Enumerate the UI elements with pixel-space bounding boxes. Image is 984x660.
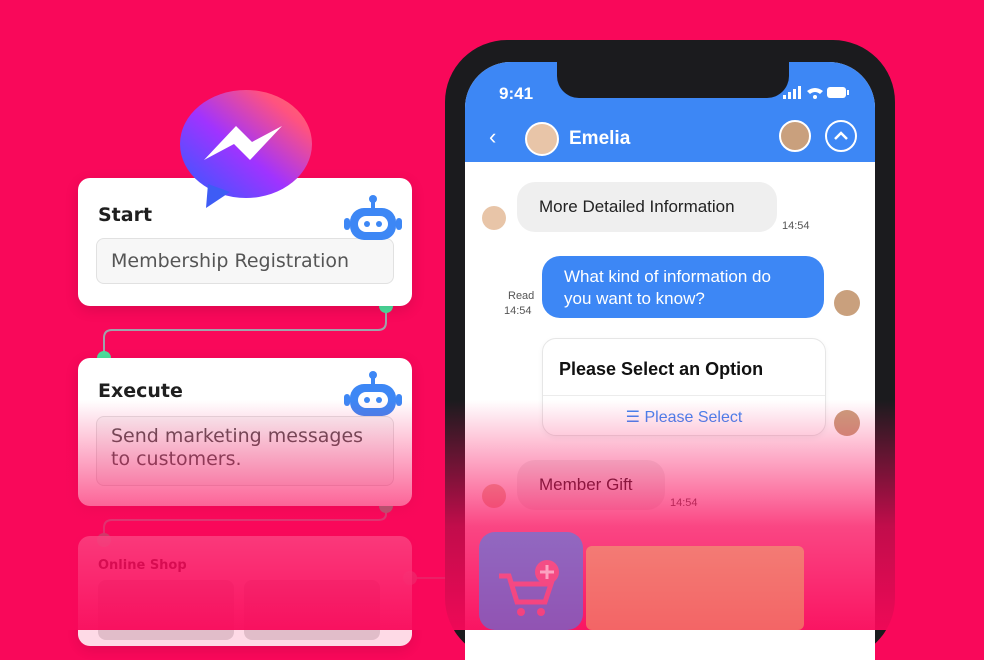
card-title: Execute	[98, 380, 183, 402]
robot-icon	[344, 371, 402, 416]
agent-avatar-small	[834, 410, 860, 436]
shop-image	[98, 580, 234, 640]
back-icon[interactable]: ‹	[489, 124, 496, 150]
please-select-button[interactable]: ☰ Please Select	[543, 407, 825, 427]
signal-wifi-battery-icon	[783, 86, 849, 99]
message-time: 14:54	[504, 305, 532, 317]
contact-name: Emelia	[569, 128, 631, 149]
option-card: Please Select an Option ☰ Please Select	[542, 338, 826, 436]
message-line: What kind of information do	[564, 267, 771, 286]
chevron-up-icon[interactable]	[825, 120, 857, 152]
option-title: Please Select an Option	[559, 359, 764, 379]
card-value-line: Send marketing messages	[111, 425, 364, 447]
card-title: Start	[98, 204, 153, 226]
agent-avatar-small	[834, 290, 860, 316]
message-bubble-incoming: Member Gift	[517, 460, 665, 510]
message-bubble-incoming: More Detailed Information	[517, 182, 777, 232]
divider	[543, 395, 825, 396]
message-read-status: Read	[508, 290, 535, 302]
card-title: Online Shop	[98, 558, 187, 573]
status-time: 9:41	[499, 84, 534, 103]
contact-avatar-small	[482, 206, 506, 230]
coupon-image	[586, 546, 804, 630]
message-bubble-outgoing: What kind of information do you want to …	[542, 256, 824, 318]
contact-avatar-small	[482, 484, 506, 508]
robot-icon	[344, 195, 402, 240]
please-select-label: Please Select	[644, 409, 743, 426]
card-value: Send marketing messages to customers.	[96, 416, 394, 486]
phone-notch	[557, 62, 789, 98]
message-time: 14:54	[782, 220, 810, 232]
cart-plus-button[interactable]	[479, 532, 583, 630]
messenger-logo	[180, 90, 312, 208]
card-value-line: to customers.	[111, 448, 242, 470]
message-time: 14:54	[670, 497, 698, 509]
agent-avatar[interactable]	[779, 120, 811, 152]
flow-card-execute[interactable]: Execute Send marketing messages to custo…	[78, 358, 412, 506]
message-line: you want to know?	[564, 289, 705, 308]
list-icon: ☰	[625, 409, 645, 426]
contact-avatar[interactable]	[525, 122, 559, 156]
cart-plus-icon	[499, 560, 559, 616]
shop-image	[244, 580, 380, 640]
